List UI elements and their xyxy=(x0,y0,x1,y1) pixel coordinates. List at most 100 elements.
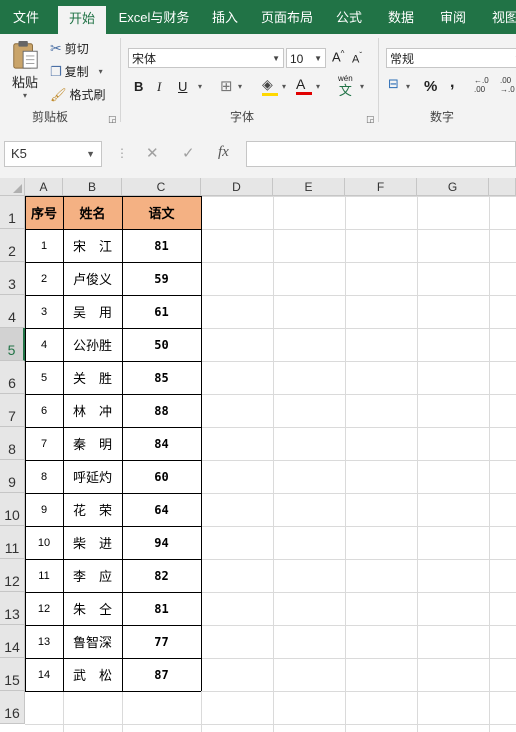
table-header-cell[interactable]: 姓名 xyxy=(63,196,122,229)
tab-data[interactable]: 数据 xyxy=(378,0,424,34)
row-header-16[interactable]: 16 xyxy=(0,691,25,724)
name-cell[interactable]: 公孙胜 xyxy=(63,328,122,361)
score-cell[interactable]: 84 xyxy=(122,427,201,460)
column-header-d[interactable]: D xyxy=(201,178,273,196)
column-header-e[interactable]: E xyxy=(273,178,345,196)
formula-input[interactable] xyxy=(246,141,516,167)
percent-style-button[interactable]: % xyxy=(424,78,437,95)
row-header-1[interactable]: 1 xyxy=(0,196,25,229)
row-header-12[interactable]: 12 xyxy=(0,559,25,592)
underline-button[interactable]: U xyxy=(178,79,187,94)
fill-color-icon[interactable]: ◈ xyxy=(262,76,278,96)
comma-style-button[interactable]: , xyxy=(450,74,454,92)
score-cell[interactable]: 61 xyxy=(122,295,201,328)
row-header-11[interactable]: 11 xyxy=(0,526,25,559)
row-header-14[interactable]: 14 xyxy=(0,625,25,658)
seq-cell[interactable]: 14 xyxy=(25,658,63,691)
cancel-icon[interactable]: ✕ xyxy=(146,144,159,162)
paste-button[interactable]: 粘贴 ▾ xyxy=(8,40,42,100)
score-cell[interactable]: 85 xyxy=(122,361,201,394)
name-cell[interactable]: 呼延灼 xyxy=(63,460,122,493)
name-cell[interactable]: 林 冲 xyxy=(63,394,122,427)
score-cell[interactable]: 59 xyxy=(122,262,201,295)
column-header-a[interactable]: A xyxy=(25,178,63,196)
name-cell[interactable]: 朱 仝 xyxy=(63,592,122,625)
row-header-6[interactable]: 6 xyxy=(0,361,25,394)
score-cell[interactable]: 82 xyxy=(122,559,201,592)
score-cell[interactable]: 88 xyxy=(122,394,201,427)
name-box[interactable]: K5 ▼ xyxy=(4,141,102,167)
name-cell[interactable]: 卢俊义 xyxy=(63,262,122,295)
phonetic-guide-icon[interactable]: wén 文 xyxy=(338,74,353,98)
seq-cell[interactable]: 9 xyxy=(25,493,63,526)
name-cell[interactable]: 武 松 xyxy=(63,658,122,691)
row-header-9[interactable]: 9 xyxy=(0,460,25,493)
increase-font-icon[interactable]: A^ xyxy=(332,49,344,64)
row-header-2[interactable]: 2 xyxy=(0,229,25,262)
name-cell[interactable]: 花 荣 xyxy=(63,493,122,526)
column-header-overflow[interactable] xyxy=(489,178,516,196)
insert-function-icon[interactable]: fx xyxy=(218,144,229,161)
name-cell[interactable]: 鲁智深 xyxy=(63,625,122,658)
row-header-5[interactable]: 5 xyxy=(0,328,25,361)
tab-page-layout[interactable]: 页面布局 xyxy=(254,0,320,34)
row-header-7[interactable]: 7 xyxy=(0,394,25,427)
border-icon[interactable]: ⊞ xyxy=(220,77,233,95)
increase-decimal-icon[interactable]: ←.0.00 xyxy=(474,76,489,94)
name-cell[interactable]: 秦 明 xyxy=(63,427,122,460)
decrease-font-icon[interactable]: Aˇ xyxy=(352,51,362,66)
seq-cell[interactable]: 8 xyxy=(25,460,63,493)
italic-button[interactable]: I xyxy=(157,79,161,95)
chevron-down-icon[interactable]: ▾ xyxy=(282,82,286,91)
score-cell[interactable]: 94 xyxy=(122,526,201,559)
chevron-down-icon[interactable]: ▾ xyxy=(360,82,364,91)
score-cell[interactable]: 60 xyxy=(122,460,201,493)
accounting-format-icon[interactable]: ⊟ xyxy=(388,76,399,92)
seq-cell[interactable]: 2 xyxy=(25,262,63,295)
seq-cell[interactable]: 4 xyxy=(25,328,63,361)
name-cell[interactable]: 关 胜 xyxy=(63,361,122,394)
score-cell[interactable]: 87 xyxy=(122,658,201,691)
score-cell[interactable]: 64 xyxy=(122,493,201,526)
score-cell[interactable]: 81 xyxy=(122,229,201,262)
column-header-b[interactable]: B xyxy=(63,178,122,196)
row-header-8[interactable]: 8 xyxy=(0,427,25,460)
tab-file[interactable]: 文件 xyxy=(0,0,52,34)
score-cell[interactable]: 81 xyxy=(122,592,201,625)
chevron-down-icon[interactable]: ▾ xyxy=(198,82,202,91)
row-header-10[interactable]: 10 xyxy=(0,493,25,526)
name-cell[interactable]: 吴 用 xyxy=(63,295,122,328)
seq-cell[interactable]: 13 xyxy=(25,625,63,658)
chevron-down-icon[interactable]: ▾ xyxy=(238,82,242,91)
select-all-button[interactable] xyxy=(0,178,25,196)
format-painter-button[interactable]: 🖌 格式刷 xyxy=(50,86,106,103)
row-header-15[interactable]: 15 xyxy=(0,658,25,691)
seq-cell[interactable]: 11 xyxy=(25,559,63,592)
chevron-down-icon[interactable]: ▾ xyxy=(406,82,410,91)
row-header-3[interactable]: 3 xyxy=(0,262,25,295)
seq-cell[interactable]: 10 xyxy=(25,526,63,559)
tab-view[interactable]: 视图 xyxy=(482,0,516,34)
seq-cell[interactable]: 3 xyxy=(25,295,63,328)
name-cell[interactable]: 宋 江 xyxy=(63,229,122,262)
dialog-launcher-icon[interactable]: ◲ xyxy=(108,114,117,125)
tab-excel-finance[interactable]: Excel与财务 xyxy=(112,0,196,34)
chevron-down-icon[interactable]: ▾ xyxy=(316,82,320,91)
tab-insert[interactable]: 插入 xyxy=(202,0,248,34)
score-cell[interactable]: 50 xyxy=(122,328,201,361)
seq-cell[interactable]: 5 xyxy=(25,361,63,394)
seq-cell[interactable]: 6 xyxy=(25,394,63,427)
name-cell[interactable]: 柴 进 xyxy=(63,526,122,559)
font-color-icon[interactable]: A xyxy=(296,76,312,95)
cut-button[interactable]: ✂ 剪切 xyxy=(50,40,89,57)
font-name-select[interactable]: 宋体 ▼ xyxy=(128,48,284,68)
tab-formulas[interactable]: 公式 xyxy=(326,0,372,34)
name-cell[interactable]: 李 应 xyxy=(63,559,122,592)
number-format-select[interactable]: 常规 ▼ xyxy=(386,48,516,68)
font-size-select[interactable]: 10 ▼ xyxy=(286,48,326,68)
seq-cell[interactable]: 7 xyxy=(25,427,63,460)
copy-button[interactable]: ❐ 复制 ▾ xyxy=(50,63,103,80)
worksheet-grid[interactable]: A B C D E F G 1 2 3 4 5 6 7 8 9 10 11 12 13 14 15 16 序号 姓名 语文 1 宋 江… xyxy=(0,178,516,732)
row-header-4[interactable]: 4 xyxy=(0,295,25,328)
tab-review[interactable]: 审阅 xyxy=(430,0,476,34)
